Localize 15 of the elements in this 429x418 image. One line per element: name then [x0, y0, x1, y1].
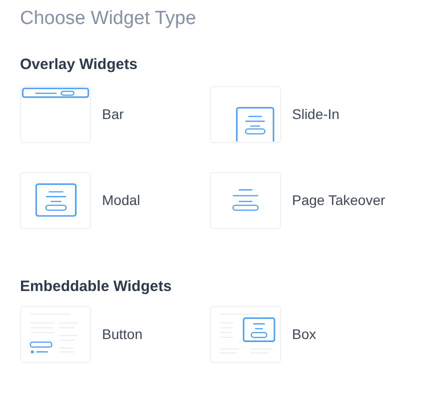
section-heading: Embeddable Widgets: [20, 276, 173, 296]
page-title: Choose Widget Type: [20, 7, 198, 31]
section-heading: Overlay Widgets: [20, 55, 138, 75]
widget-option[interactable]: Slide-In: [210, 86, 400, 142]
widget-option[interactable]: Page Takeover: [210, 172, 400, 228]
slide-in-layout-icon: [210, 86, 281, 142]
widget-option[interactable]: Bar: [20, 86, 210, 142]
modal-layout-icon: [20, 172, 91, 228]
widget-option[interactable]: Button: [20, 306, 210, 363]
box-layout-icon: [210, 306, 281, 363]
page-takeover-layout-icon: [210, 172, 281, 228]
button-layout-icon: [20, 306, 91, 363]
bar-layout-icon: [20, 86, 91, 142]
widget-option[interactable]: Modal: [20, 172, 210, 228]
widget-option[interactable]: Box: [210, 306, 400, 363]
